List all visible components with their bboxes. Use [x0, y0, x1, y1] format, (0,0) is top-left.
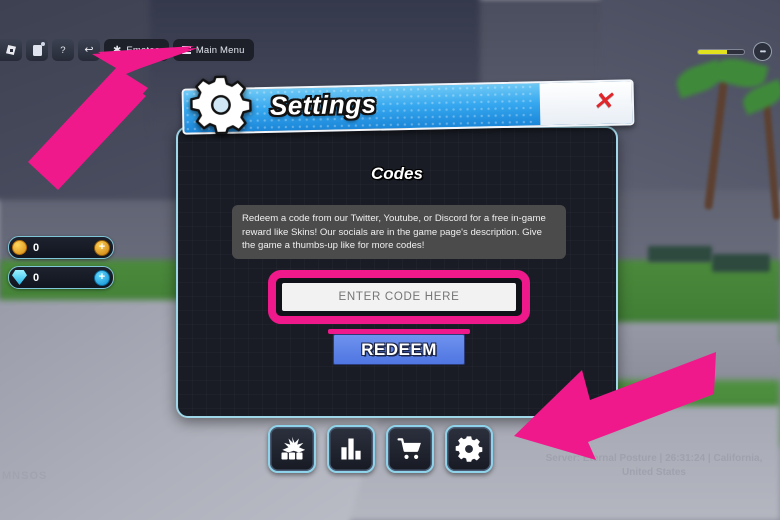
- redeem-button[interactable]: REDEEM: [333, 334, 465, 365]
- currency-panel: 0 + 0 +: [8, 236, 114, 289]
- gear-icon: [455, 436, 483, 462]
- close-icon[interactable]: ✕: [590, 88, 617, 116]
- currency-row-gems[interactable]: 0 +: [8, 266, 114, 289]
- header-tail: [539, 81, 633, 126]
- codes-description-text: Redeem a code from our Twitter, Youtube,…: [242, 213, 546, 252]
- nav-settings-button[interactable]: [445, 425, 493, 473]
- shopping-cart-icon: [397, 438, 421, 459]
- progress-bar: [697, 48, 745, 55]
- annotation-arrow-settings-button: [514, 352, 716, 460]
- page-title: Settings: [269, 88, 377, 121]
- nav-shop-button[interactable]: [386, 425, 434, 473]
- gem-add-button[interactable]: +: [94, 269, 110, 286]
- punch-icon: [281, 436, 306, 460]
- gem-value: 0: [33, 271, 40, 284]
- watermark-label: MNSOS: [2, 470, 48, 482]
- codes-section-title: Codes: [371, 164, 423, 183]
- nav-stats-button[interactable]: [327, 425, 375, 473]
- codes-description-box: Redeem a code from our Twitter, Youtube,…: [232, 205, 566, 259]
- bottom-navigation: [268, 425, 493, 473]
- progress-bar-fill: [698, 49, 727, 54]
- hud-top-right: •••: [697, 42, 772, 61]
- code-input[interactable]: [282, 283, 516, 311]
- bar-chart-icon: [341, 438, 361, 460]
- currency-row-coins[interactable]: 0 +: [8, 236, 114, 259]
- ellipsis-icon: •••: [759, 47, 766, 56]
- coin-icon: [12, 240, 27, 255]
- settings-panel-header: Settings ✕: [181, 75, 635, 135]
- gem-icon: [12, 270, 27, 285]
- coin-value: 0: [33, 241, 40, 254]
- annotation-arrow-main-menu: [28, 46, 198, 190]
- bench-prop: [648, 246, 712, 262]
- hud-options-button[interactable]: •••: [753, 42, 772, 61]
- nav-punch-button[interactable]: [268, 425, 316, 473]
- bench-prop: [712, 254, 770, 272]
- coin-add-button[interactable]: +: [94, 239, 110, 256]
